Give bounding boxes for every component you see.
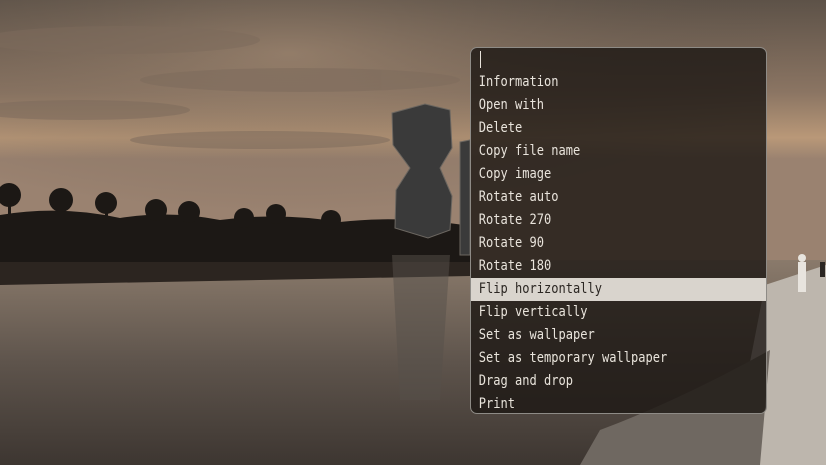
menu-item-label: Rotate 270 (478, 212, 552, 228)
menu-item-label: Copy image (478, 166, 552, 182)
menu-item-list: Information Open with Delete Copy file n… (471, 71, 766, 413)
menu-item-label: Information (478, 74, 559, 90)
menu-item-label: Flip horizontally (478, 281, 602, 297)
menu-item-copy-image[interactable]: Copy image (471, 163, 766, 186)
menu-item-label: Set as temporary wallpaper (478, 350, 668, 366)
menu-item-flip-horizontally[interactable]: Flip horizontally (471, 278, 766, 301)
menu-item-rotate-270[interactable]: Rotate 270 (471, 209, 766, 232)
menu-item-flip-vertically[interactable]: Flip vertically (471, 301, 766, 324)
menu-item-copy-file-name[interactable]: Copy file name (471, 140, 766, 163)
menu-item-information[interactable]: Information (471, 71, 766, 94)
menu-item-label: Rotate 90 (478, 235, 544, 251)
menu-item-label: Copy file name (478, 143, 581, 159)
menu-item-set-as-wallpaper[interactable]: Set as wallpaper (471, 324, 766, 347)
menu-item-label: Open with (478, 97, 544, 113)
menu-item-label: Flip vertically (478, 304, 588, 320)
menu-item-label: Rotate auto (478, 189, 559, 205)
menu-item-rotate-90[interactable]: Rotate 90 (471, 232, 766, 255)
menu-item-set-as-temporary-wallpaper[interactable]: Set as temporary wallpaper (471, 347, 766, 370)
menu-item-label: Print (478, 396, 515, 412)
menu-item-print[interactable]: Print (471, 393, 766, 413)
menu-item-label: Drag and drop (478, 373, 573, 389)
menu-item-delete[interactable]: Delete (471, 117, 766, 140)
text-caret (480, 51, 481, 68)
menu-item-open-with[interactable]: Open with (471, 94, 766, 117)
menu-search-row (471, 48, 766, 71)
menu-search-input[interactable] (479, 50, 749, 70)
menu-item-label: Delete (478, 120, 523, 136)
menu-item-label: Rotate 180 (478, 258, 552, 274)
image-viewer: Information Open with Delete Copy file n… (0, 0, 826, 465)
menu-item-rotate-180[interactable]: Rotate 180 (471, 255, 766, 278)
menu-item-rotate-auto[interactable]: Rotate auto (471, 186, 766, 209)
menu-item-label: Set as wallpaper (478, 327, 595, 343)
context-menu: Information Open with Delete Copy file n… (470, 47, 767, 414)
menu-item-drag-and-drop[interactable]: Drag and drop (471, 370, 766, 393)
